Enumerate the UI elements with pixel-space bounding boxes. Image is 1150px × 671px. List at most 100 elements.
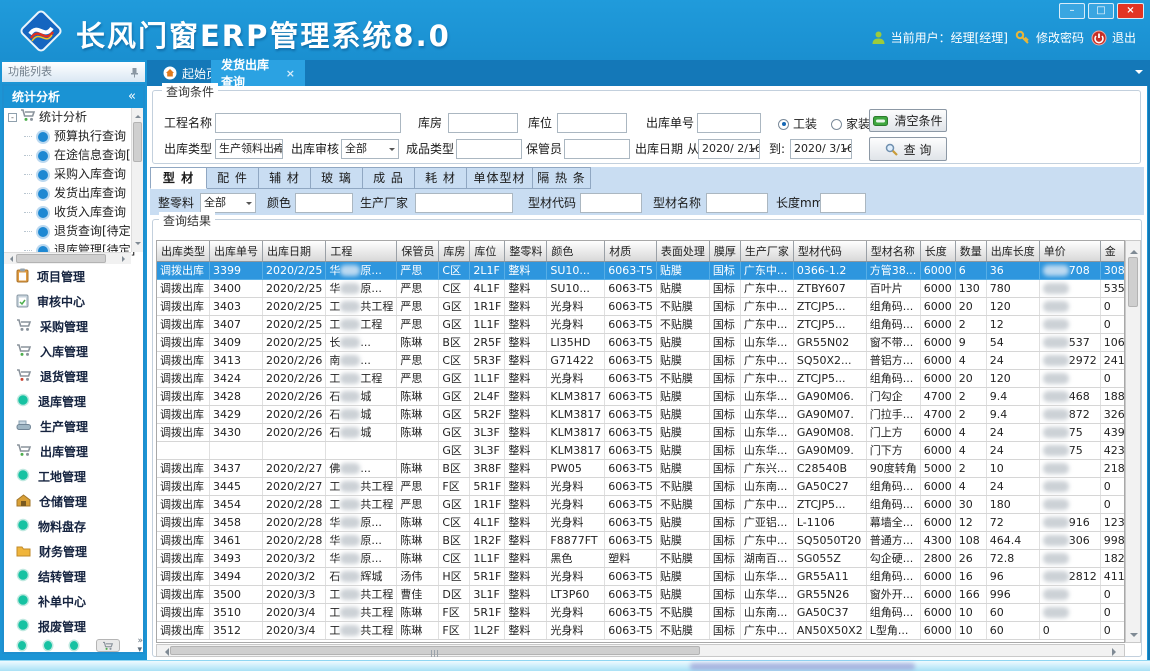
tree-expander-icon[interactable]: -: [8, 113, 17, 122]
grid-horizontal-scrollbar[interactable]: [156, 644, 1125, 657]
sidebar-item-cart-out[interactable]: 出库管理: [4, 439, 143, 464]
dot-icon[interactable]: [44, 641, 52, 650]
column-header[interactable]: 单价: [1039, 241, 1100, 261]
sidebar-item-cart[interactable]: 采购管理: [4, 314, 143, 339]
column-header[interactable]: 出库单号: [210, 241, 263, 261]
outbound-no-input[interactable]: [697, 113, 761, 133]
column-header[interactable]: 颜色: [547, 241, 605, 261]
length-input[interactable]: [820, 193, 866, 213]
sidebar-item-dot[interactable]: 物料盘存: [4, 514, 143, 539]
table-row[interactable]: 调拨出库34542020/2/28工共工程严思G区1R1F整料光身料6063-T…: [157, 495, 1125, 513]
column-header[interactable]: 出库长度: [986, 241, 1039, 261]
tab-close-icon[interactable]: ×: [286, 67, 295, 80]
maximize-button[interactable]: □: [1088, 3, 1114, 19]
table-row[interactable]: G区3L3F整料KLM38176063-T5贴膜国标山东华...GA90M09.…: [157, 441, 1125, 459]
tree-item[interactable]: 收货入库查询: [4, 203, 143, 222]
sidebar-item-cart-in[interactable]: 入库管理: [4, 339, 143, 364]
date-from-picker[interactable]: 2020/ 2/16: [698, 139, 760, 159]
color-input[interactable]: [295, 193, 353, 213]
column-header[interactable]: 整零料: [505, 241, 547, 261]
table-row[interactable]: 调拨出库34372020/2/27佛...陈琳B区3R8F整料PW056063-…: [157, 459, 1125, 477]
keeper-input[interactable]: [564, 139, 630, 159]
table-row[interactable]: 调拨出库34072020/2/25工工程严思G区1L1F整料光身料6063-T5…: [157, 315, 1125, 333]
location-input[interactable]: [557, 113, 627, 133]
column-header[interactable]: 保管员: [397, 241, 439, 261]
dot-icon[interactable]: [70, 641, 78, 650]
clear-conditions-button[interactable]: 清空条件: [869, 109, 947, 132]
logout-button[interactable]: 退出: [1091, 29, 1136, 46]
dot-icon[interactable]: [18, 641, 26, 650]
tree-vertical-scrollbar[interactable]: [131, 108, 143, 252]
cart-shortcut-button[interactable]: [96, 639, 119, 652]
sidebar-item-folder[interactable]: 财务管理: [4, 539, 143, 564]
table-row[interactable]: 调拨出库34932020/3/2华原...陈琳C区1L1F整料黑色塑料不贴膜国标…: [157, 549, 1125, 567]
column-header[interactable]: 数量: [955, 241, 986, 261]
table-row[interactable]: 调拨出库34002020/2/25华原...严思C区4L1F整料SU10...6…: [157, 279, 1125, 297]
material-tab[interactable]: 配 件: [207, 167, 259, 189]
sidebar-item-warehouse[interactable]: 仓储管理: [4, 489, 143, 514]
column-header[interactable]: 出库类型: [157, 241, 210, 261]
sidebar-item-dot[interactable]: 补单中心: [4, 589, 143, 614]
table-row[interactable]: 调拨出库34032020/2/25工共工程严思G区1R1F整料光身料6063-T…: [157, 297, 1125, 315]
table-row[interactable]: 调拨出库34092020/2/25长...陈琳B区2R5F整料LI35HD606…: [157, 333, 1125, 351]
date-to-picker[interactable]: 2020/ 3/16: [790, 139, 852, 159]
column-header[interactable]: 表面处理: [656, 241, 709, 261]
table-row[interactable]: 调拨出库35002020/3/3工共工程曹佳D区3L1F整料LT3P606063…: [157, 585, 1125, 603]
column-header[interactable]: 库房: [439, 241, 470, 261]
column-header[interactable]: 库位: [470, 241, 505, 261]
sidebar-item-dot[interactable]: 退库管理: [4, 389, 143, 414]
close-button[interactable]: ×: [1117, 3, 1144, 19]
sidebar-item-cart-return[interactable]: 退货管理: [4, 364, 143, 389]
table-row[interactable]: 调拨出库34292020/2/26石城陈琳G区5R2F整料KLM38176063…: [157, 405, 1125, 423]
material-tab[interactable]: 成 品: [363, 167, 415, 189]
table-row[interactable]: 调拨出库34582020/2/28华原...陈琳C区4L1F整料光身料6063-…: [157, 513, 1125, 531]
column-header[interactable]: 出库日期: [263, 241, 326, 261]
table-row[interactable]: 调拨出库34132020/2/26南...严思C区5R3F整料G71422606…: [157, 351, 1125, 369]
tab-list-caret-icon[interactable]: [1135, 70, 1143, 78]
profile-name-input[interactable]: [706, 193, 768, 213]
sidebar-item-machine[interactable]: 生产管理: [4, 414, 143, 439]
table-row[interactable]: 调拨出库34452020/2/27工共工程严思F区5R1F整料光身料6063-T…: [157, 477, 1125, 495]
column-header[interactable]: 膜厚: [709, 241, 740, 261]
grid-vertical-scrollbar[interactable]: [1125, 240, 1141, 643]
tree-item[interactable]: 预算执行查询: [4, 127, 143, 146]
tree-item[interactable]: 退货查询[待定]: [4, 222, 143, 241]
material-tab[interactable]: 玻 璃: [311, 167, 363, 189]
profile-code-input[interactable]: [580, 193, 642, 213]
table-row[interactable]: 调拨出库34612020/2/28华原...陈琳B区1R2F整料F8877FT6…: [157, 531, 1125, 549]
tree-item[interactable]: 采购入库查询: [4, 165, 143, 184]
column-header[interactable]: 长度: [920, 241, 955, 261]
column-header[interactable]: 型材名称: [866, 241, 920, 261]
table-row[interactable]: 调拨出库34242020/2/26工工程严思G区1L1F整料光身料6063-T5…: [157, 369, 1125, 387]
column-header[interactable]: 生产厂家: [740, 241, 793, 261]
table-row[interactable]: 调拨出库34282020/2/26石城陈琳G区2L4F整料KLM38176063…: [157, 387, 1125, 405]
sidebar-item-clipboard-check[interactable]: 审核中心: [4, 289, 143, 314]
sidebar-section-statistics[interactable]: 统计分析 «: [4, 86, 143, 108]
search-button[interactable]: 查 询: [869, 137, 947, 161]
whole-part-select[interactable]: 全部: [200, 193, 256, 213]
sidebar-item-clipboard[interactable]: 项目管理: [4, 264, 143, 289]
collapse-icon[interactable]: «: [128, 86, 136, 108]
column-header[interactable]: 工程: [326, 241, 397, 261]
column-header[interactable]: 材质: [605, 241, 657, 261]
product-type-input[interactable]: [456, 139, 522, 159]
table-row[interactable]: 调拨出库35122020/3/4工共工程陈琳F区1L2F整料光身料6063-T5…: [157, 621, 1125, 639]
chevron-double-right-icon[interactable]: »▾: [138, 637, 144, 655]
tab-shipping-outbound-query[interactable]: 发货出库查询 ×: [211, 60, 305, 86]
tree-item[interactable]: 发货出库查询: [4, 184, 143, 203]
outbound-audit-select[interactable]: 全部: [341, 139, 399, 159]
change-password-button[interactable]: 修改密码: [1015, 29, 1084, 46]
warehouse-input[interactable]: [448, 113, 518, 133]
tree-horizontal-scrollbar[interactable]: [4, 252, 131, 264]
pin-icon[interactable]: [130, 67, 139, 78]
tree-item[interactable]: 在途信息查询[待: [4, 146, 143, 165]
material-tab[interactable]: 辅 材: [259, 167, 311, 189]
sidebar-item-dot[interactable]: 报废管理: [4, 614, 143, 639]
material-tab[interactable]: 单体型材: [467, 167, 533, 189]
manufacturer-input[interactable]: [415, 193, 513, 213]
table-row[interactable]: 调拨出库34942020/3/2石辉城汤伟H区5R1F整料光身料6063-T5贴…: [157, 567, 1125, 585]
table-row[interactable]: 调拨出库33992020/2/25华原...严思C区2L1F整料SU10...6…: [157, 261, 1125, 279]
material-tab[interactable]: 型 材: [150, 167, 207, 189]
project-name-input[interactable]: [215, 113, 401, 133]
radio-gongzhuang[interactable]: 工装: [778, 115, 817, 132]
